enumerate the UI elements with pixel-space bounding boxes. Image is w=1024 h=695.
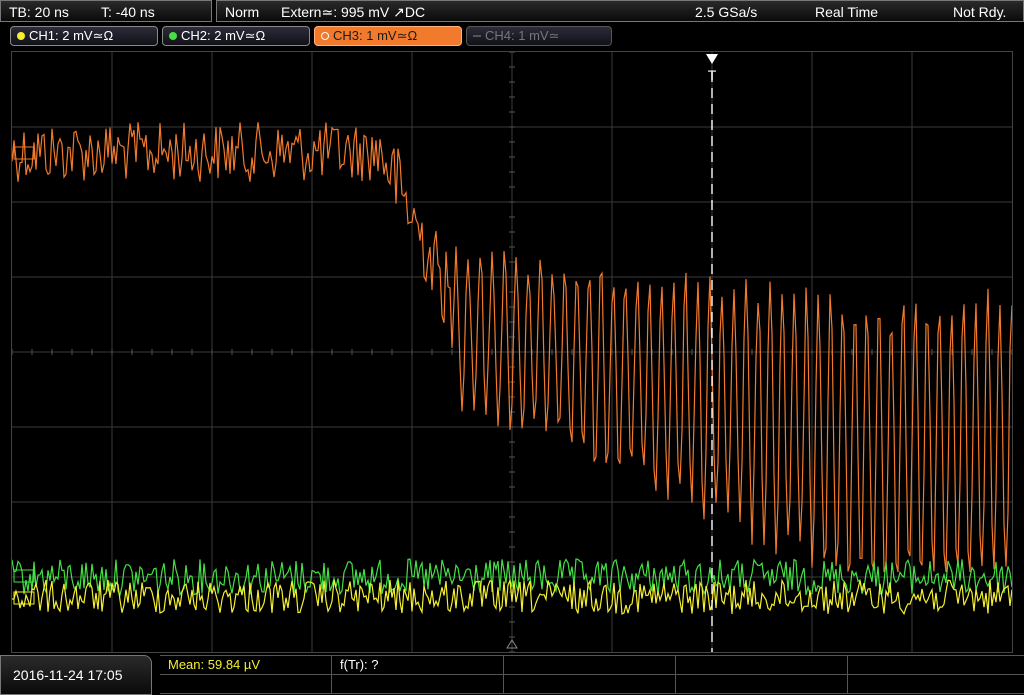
top-status-bar: TB: 20 ns T: -40 ns Norm Extern≃: 995 mV… <box>0 0 1024 24</box>
trigger-marker-label: T <box>708 67 717 83</box>
channel-2-button[interactable]: CH2: 2 mV≃Ω <box>162 26 310 46</box>
waveform-canvas[interactable]: T <box>12 52 1012 652</box>
channel-3-label: CH3: 1 mV≃Ω <box>333 28 418 43</box>
channel-2-label: CH2: 2 mV≃Ω <box>181 28 266 43</box>
trigger-mode: Norm <box>225 4 260 20</box>
channel-1-label: CH1: 2 mV≃Ω <box>29 28 114 43</box>
timebase-label: TB: 20 ns <box>9 4 69 20</box>
measurement-slot-4[interactable] <box>676 656 848 675</box>
measurement-slot-6[interactable] <box>160 675 332 694</box>
trigger-arrow-icon <box>706 54 718 64</box>
channel-bar: CH1: 2 mV≃Ω CH2: 2 mV≃Ω CH3: 1 mV≃Ω CH4:… <box>0 26 1024 50</box>
measurement-slot-5[interactable] <box>848 656 1024 675</box>
channel-3-button[interactable]: CH3: 1 mV≃Ω <box>314 26 462 46</box>
ftr-label: f(Tr): ? <box>340 657 379 672</box>
trigger-offset-label: T: -40 ns <box>101 4 155 20</box>
graticule-grid <box>12 52 1012 652</box>
acquisition-mode: Real Time <box>815 4 879 20</box>
channel-1-button[interactable]: CH1: 2 mV≃Ω <box>10 26 158 46</box>
channel-1-indicator-icon <box>17 32 25 40</box>
channel-4-button[interactable]: CH4: 1 mV≃ <box>466 26 612 46</box>
measurement-slot-9[interactable] <box>676 675 848 694</box>
trigger-info-box[interactable]: Norm Extern≃: 995 mV ↗DC 2.5 GSa/s Real … <box>216 0 1024 22</box>
timebase-box[interactable]: TB: 20 ns T: -40 ns <box>0 0 212 22</box>
trigger-source: Extern≃: 995 mV ↗DC <box>281 4 426 20</box>
channel-4-label: CH4: 1 mV≃ <box>485 28 560 43</box>
measurement-slot-7[interactable] <box>332 675 504 694</box>
channel-3-indicator-icon <box>321 32 329 40</box>
measurement-slot-10[interactable] <box>848 675 1024 694</box>
ftr-measurement[interactable]: f(Tr): ? <box>332 656 504 675</box>
mean-label: Mean: 59.84 µV <box>168 657 261 672</box>
trigger-status: Not Rdy. <box>953 4 1007 20</box>
measurement-slot-8[interactable] <box>504 675 676 694</box>
channel-3-offset-marker <box>13 146 35 160</box>
measurement-slot-3[interactable] <box>504 656 676 675</box>
datetime-box: 2016-11-24 17:05 <box>0 655 152 695</box>
measurement-panel[interactable]: Mean: 59.84 µV f(Tr): ? <box>160 655 1024 695</box>
waveform-display[interactable]: T <box>11 51 1013 653</box>
datetime-label: 2016-11-24 17:05 <box>13 667 123 683</box>
sample-rate: 2.5 GSa/s <box>695 4 758 20</box>
channel-2-indicator-icon <box>169 32 177 40</box>
bottom-bar: 2016-11-24 17:05 Mean: 59.84 µV f(Tr): ? <box>0 655 1024 695</box>
channel-4-indicator-icon <box>473 35 481 37</box>
mean-measurement[interactable]: Mean: 59.84 µV <box>160 656 332 675</box>
